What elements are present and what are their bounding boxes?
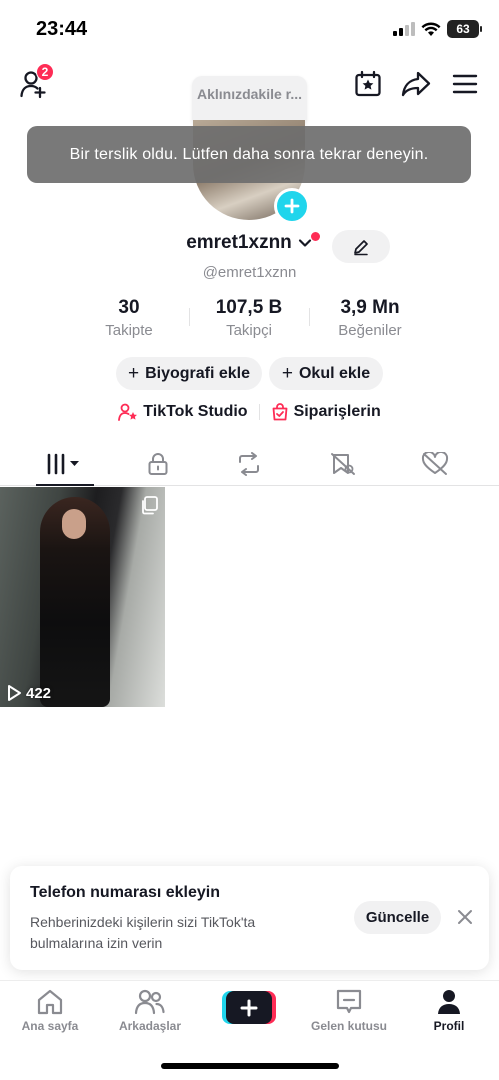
- profile-tabs: [0, 442, 499, 486]
- share-profile-button[interactable]: [400, 68, 432, 100]
- battery-indicator: 63: [447, 20, 482, 38]
- nav-friends[interactable]: Arkadaşlar: [105, 987, 195, 1033]
- add-bio-button[interactable]: + Biyografi ekle: [116, 357, 262, 390]
- video-face: [62, 509, 86, 539]
- add-phone-card: Telefon numarası ekleyin Rehberinizdeki …: [10, 866, 489, 970]
- repost-icon: [239, 452, 259, 476]
- likes-stat[interactable]: 3,9 Mn Beğeniler: [310, 297, 430, 339]
- add-school-label: Okul ekle: [298, 364, 371, 382]
- nav-profile[interactable]: Profil: [404, 987, 494, 1033]
- nav-home[interactable]: Ana sayfa: [5, 987, 95, 1033]
- notification-badge: 2: [36, 63, 54, 81]
- error-toast: Bir terslik oldu. Lütfen daha sonra tekr…: [27, 126, 471, 183]
- plus-icon: [284, 198, 300, 214]
- orders-label: Siparişlerin: [293, 403, 381, 420]
- nav-inbox-label: Gelen kutusu: [310, 1019, 387, 1033]
- multi-clip-icon: [142, 496, 158, 515]
- profile-links-row: TikTok Studio Siparişlerin: [0, 400, 499, 424]
- video-thumbnail[interactable]: [0, 487, 165, 707]
- orders-link[interactable]: Siparişlerin: [271, 403, 381, 421]
- tab-favorites[interactable]: [313, 442, 373, 486]
- tab-liked[interactable]: [405, 442, 465, 486]
- view-count: 422: [26, 684, 52, 702]
- play-icon: [8, 685, 21, 701]
- likes-count: 3,9 Mn: [340, 297, 400, 318]
- pencil-icon: [354, 239, 368, 255]
- following-label: Takipte: [105, 322, 153, 339]
- edit-profile-button[interactable]: [332, 230, 390, 263]
- following-stat[interactable]: 30 Takipte: [69, 297, 189, 339]
- link-divider: [258, 404, 260, 420]
- followers-stat[interactable]: 107,5 B Takipçi: [189, 297, 309, 339]
- status-bar: 23:44 63: [0, 0, 499, 58]
- home-icon: [37, 989, 63, 1015]
- lock-icon: [148, 453, 168, 475]
- add-avatar-button[interactable]: [274, 188, 310, 224]
- nav-profile-label: Profil: [433, 1019, 465, 1033]
- followers-label: Takipçi: [226, 322, 272, 339]
- video-views: 422: [6, 684, 51, 702]
- close-icon[interactable]: [456, 908, 474, 926]
- likes-label: Beğeniler: [338, 322, 402, 339]
- plus-icon: [240, 999, 258, 1016]
- liked-icon: [421, 452, 449, 475]
- create-button[interactable]: [222, 991, 276, 1024]
- nav-home-label: Ana sayfa: [21, 1019, 79, 1033]
- status-time: 23:44: [36, 18, 88, 40]
- wifi-icon: [421, 21, 441, 36]
- menu-button[interactable]: [449, 68, 481, 100]
- tiktok-studio-label: TikTok Studio: [143, 403, 248, 420]
- profile-stats: 30 Takipte 107,5 B Takipçi 3,9 Mn Beğeni…: [0, 297, 499, 343]
- profile-icon: [438, 990, 460, 1014]
- display-name-row[interactable]: emret1xznn: [0, 232, 499, 254]
- card-title: Telefon numarası ekleyin: [30, 884, 220, 901]
- display-name: emret1xznn: [186, 232, 292, 253]
- profile-handle: @emret1xznn: [202, 264, 297, 281]
- videos-grid-icon: [47, 453, 79, 475]
- tab-reposts[interactable]: [219, 442, 279, 486]
- events-calendar-button[interactable]: [352, 68, 384, 100]
- following-count: 30: [118, 297, 140, 318]
- add-bio-label: Biyografi ekle: [145, 364, 251, 382]
- calendar-star-icon: [355, 70, 381, 97]
- plus-icon: +: [127, 362, 140, 384]
- share-arrow-icon: [401, 71, 431, 97]
- home-indicator: [161, 1063, 339, 1069]
- update-button[interactable]: Güncelle: [354, 901, 441, 934]
- tab-private[interactable]: [128, 442, 188, 486]
- add-school-button[interactable]: + Okul ekle: [269, 357, 383, 390]
- unread-dot: [311, 232, 320, 241]
- cellular-signal-icon: [393, 22, 415, 36]
- nav-friends-label: Arkadaşlar: [118, 1019, 182, 1033]
- friends-icon: [134, 989, 165, 1015]
- plus-icon: +: [281, 362, 293, 384]
- create-plus-icon: [226, 991, 272, 1024]
- status-icons: 63: [393, 20, 482, 38]
- active-tab-indicator: [36, 484, 94, 486]
- shopping-bag-icon: [272, 403, 287, 421]
- tiktok-studio-link[interactable]: TikTok Studio: [118, 403, 248, 421]
- nav-inbox[interactable]: Gelen kutusu: [304, 987, 394, 1033]
- tab-videos[interactable]: [35, 442, 95, 486]
- hamburger-menu-icon: [452, 74, 478, 94]
- inbox-icon: [336, 989, 362, 1014]
- creator-star-icon: [118, 403, 138, 421]
- card-body: Rehberinizdeki kişilerin sizi TikTok'ta …: [30, 914, 256, 951]
- followers-count: 107,5 B: [215, 297, 283, 318]
- favorites-icon: [331, 453, 355, 475]
